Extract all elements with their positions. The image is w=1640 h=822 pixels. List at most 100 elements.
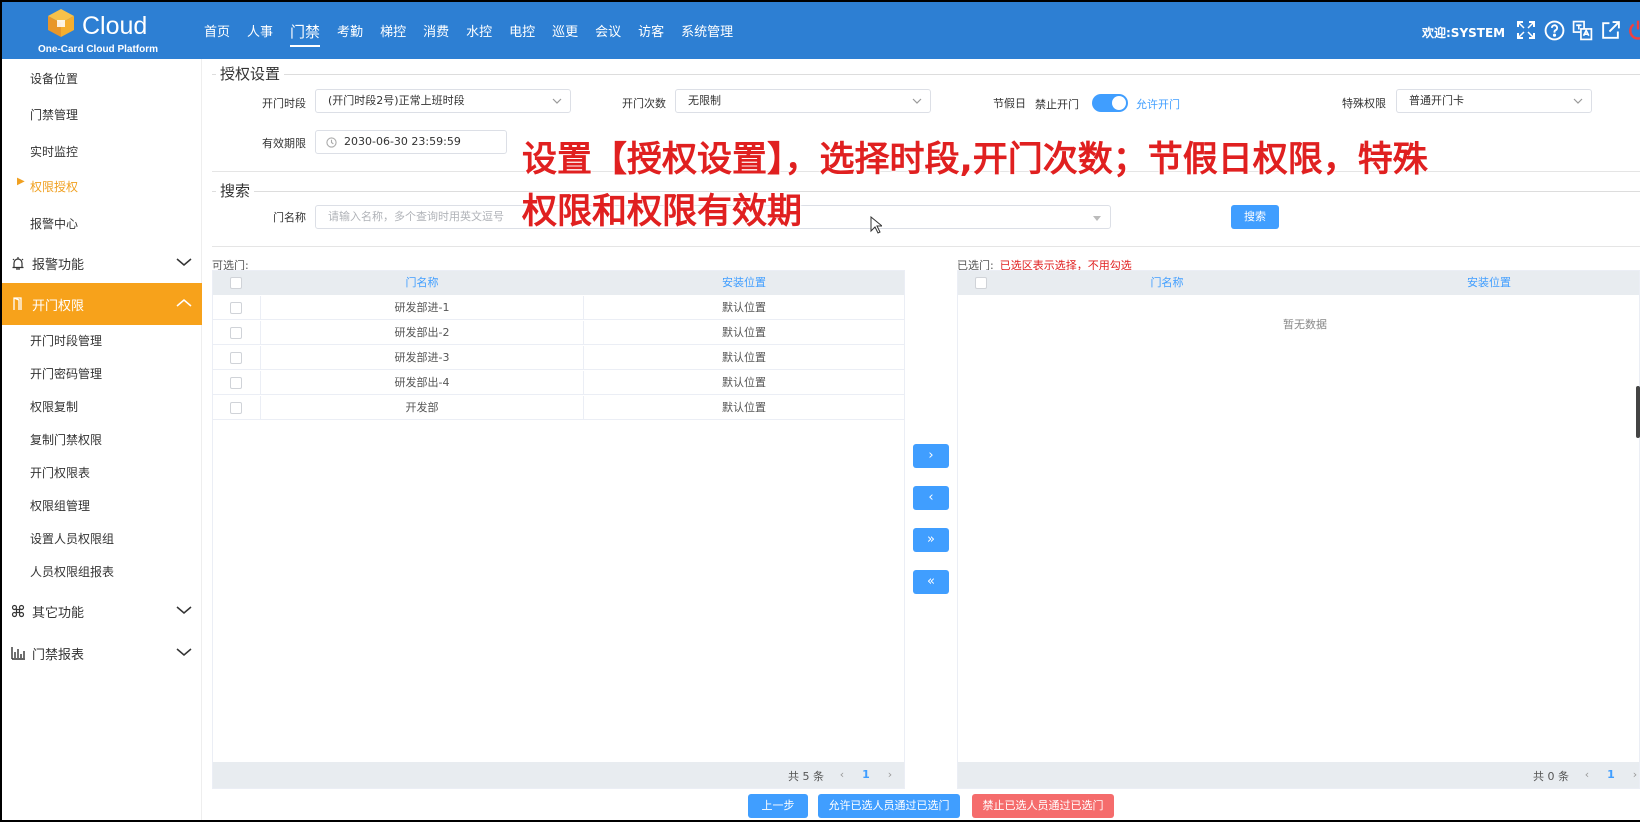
prev-step-button[interactable]: 上一步 [748,794,808,818]
search-placeholder: 请输入名称，多个查询时用英文逗号 [328,210,504,223]
row-checkbox[interactable] [230,352,242,364]
page-number[interactable]: 1 [855,766,877,784]
sidebar-item-person-group-report[interactable]: 人员权限组报表 [2,556,202,589]
command-icon [10,603,26,619]
col-door-name[interactable]: 门名称 [261,271,583,295]
help-icon[interactable] [1543,19,1565,41]
nav-water[interactable]: 水控 [466,15,492,46]
select-all-checkbox[interactable] [975,277,987,289]
expiry-label: 有效期限 [262,137,306,150]
bar-chart-icon [10,645,26,661]
table-footer: 共 5 条 ‹ 1 › [213,762,904,788]
sidebar-item-permission-copy[interactable]: 权限复制 [2,391,202,424]
nav-access[interactable]: 门禁 [290,15,321,47]
nav-home[interactable]: 首页 [204,15,230,46]
move-all-right-button[interactable]: » [913,528,949,552]
allow-pass-button[interactable]: 允许已选人员通过已选门 [818,794,960,818]
period-label: 开门时段 [262,97,306,110]
power-icon[interactable] [1627,19,1640,41]
table-header: 门名称 安装位置 [958,271,1639,295]
move-right-button[interactable]: › [913,444,949,468]
count-value: 无限制 [688,94,721,107]
nav-hr[interactable]: 人事 [247,15,273,46]
logo-word: Cloud [82,12,148,40]
table-row[interactable]: 研发部出-2 默认位置 [213,321,904,345]
sidebar-item-door-management[interactable]: 门禁管理 [2,97,202,133]
count-select[interactable]: 无限制 [675,89,931,113]
holiday-allow-label[interactable]: 允许开门 [1136,96,1180,112]
select-all-checkbox[interactable] [230,277,242,289]
prev-page-button[interactable]: ‹ [833,766,851,784]
row-location: 默认位置 [722,401,766,414]
clock-icon [326,137,337,148]
prev-page-button[interactable]: ‹ [1578,766,1596,784]
table-row[interactable]: 研发部出-4 默认位置 [213,371,904,395]
row-checkbox[interactable] [230,402,242,414]
sidebar-group-door-permission[interactable]: 开门权限 [2,283,202,325]
nav-meeting[interactable]: 会议 [595,15,621,46]
col-location[interactable]: 安装位置 [583,271,905,295]
auth-settings-title: 授权设置 [216,63,285,84]
nav-system[interactable]: 系统管理 [681,15,733,46]
table-row[interactable]: 研发部进-1 默认位置 [213,296,904,320]
sidebar-item-alarm-center[interactable]: 报警中心 [2,206,202,242]
move-all-left-button[interactable]: « [913,570,949,594]
header-icons [1515,19,1640,41]
special-label: 特殊权限 [1342,97,1386,110]
row-location: 默认位置 [722,351,766,364]
sidebar-item-copy-access-permission[interactable]: 复制门禁权限 [2,424,202,457]
special-value: 普通开门卡 [1409,94,1464,107]
table-header: 门名称 安装位置 [213,271,904,295]
nav-elevator[interactable]: 梯控 [380,15,406,46]
next-page-button[interactable]: › [881,766,899,784]
row-checkbox[interactable] [230,302,242,314]
expiry-date-input[interactable]: 2030-06-30 23:59:59 [315,130,507,154]
move-left-button[interactable]: ‹ [913,486,949,510]
nav-power[interactable]: 电控 [509,15,535,46]
sidebar-item-set-person-group[interactable]: 设置人员权限组 [2,523,202,556]
nav-patrol[interactable]: 巡更 [552,15,578,46]
search-title: 搜索 [216,180,255,201]
empty-state: 暂无数据 [1283,318,1327,331]
holiday-label: 节假日 [993,97,1026,110]
sidebar-item-permission-auth[interactable]: 权限授权 [2,169,202,205]
deny-pass-button[interactable]: 禁止已选人员通过已选门 [972,794,1114,818]
nav-visitor[interactable]: 访客 [638,15,664,46]
sidebar-item-permission-group[interactable]: 权限组管理 [2,490,202,523]
selected-doors-table: 门名称 安装位置 暂无数据 共 0 条 ‹ 1 › [957,270,1640,789]
external-link-icon[interactable] [1599,19,1621,41]
special-select[interactable]: 普通开门卡 [1396,89,1592,113]
sidebar-item-realtime-monitor[interactable]: 实时监控 [2,134,202,170]
sidebar-group-label: 报警功能 [32,257,85,273]
fullscreen-icon[interactable] [1515,19,1537,41]
sidebar-item-password-management[interactable]: 开门密码管理 [2,358,202,391]
sidebar-item-period-management[interactable]: 开门时段管理 [2,325,202,358]
sidebar-group-other[interactable]: 其它功能 [2,590,202,632]
sidebar-item-permission-table[interactable]: 开门权限表 [2,457,202,490]
sidebar-group-label: 开门权限 [32,298,85,314]
page-number[interactable]: 1 [1600,766,1622,784]
expiry-value: 2030-06-30 23:59:59 [344,135,461,148]
row-checkbox[interactable] [230,327,242,339]
holiday-deny-label[interactable]: 禁止开门 [1035,96,1079,112]
period-select[interactable]: (开门时段2号)正常上班时段 [315,89,571,113]
next-page-button[interactable]: › [1626,766,1640,784]
sidebar-group-report[interactable]: 门禁报表 [2,632,202,674]
row-door-name: 研发部出-2 [394,326,450,339]
chevron-down-icon [176,648,192,656]
translate-icon[interactable] [1571,19,1593,41]
chevron-down-icon [912,98,922,104]
available-doors-table: 门名称 安装位置 研发部进-1 默认位置 研发部出-2 默认位置 研发部进-3 … [212,270,905,789]
table-row[interactable]: 研发部进-3 默认位置 [213,346,904,370]
col-location[interactable]: 安装位置 [1328,271,1640,295]
holiday-toggle[interactable] [1092,94,1128,112]
nav-attendance[interactable]: 考勤 [337,15,363,46]
scrollbar-handle[interactable] [1636,386,1640,438]
nav-consume[interactable]: 消费 [423,15,449,46]
col-door-name[interactable]: 门名称 [1006,271,1328,295]
sidebar-item-device-location[interactable]: 设备位置 [2,61,202,97]
sidebar-group-alarm[interactable]: 报警功能 [2,242,202,284]
app-window: Cloud One-Card Cloud Platform 首页 人事 门禁 考… [2,2,1640,820]
row-checkbox[interactable] [230,377,242,389]
table-row[interactable]: 开发部 默认位置 [213,396,904,420]
